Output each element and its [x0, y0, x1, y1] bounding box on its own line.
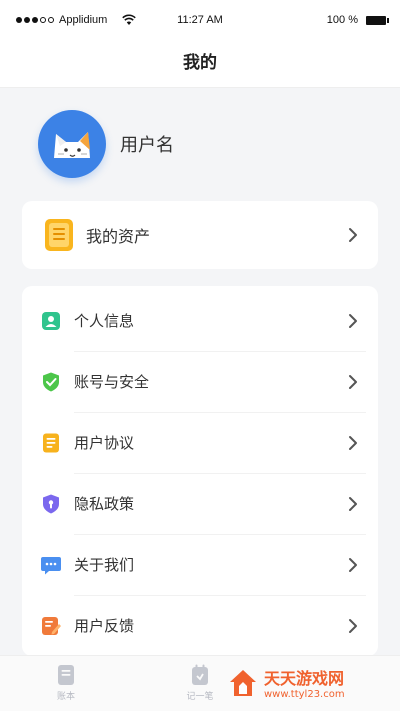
watermark-title: 天天游戏网 — [264, 669, 345, 688]
status-bar: Applidium 11:27 AM 100 % — [0, 0, 400, 40]
tab-record[interactable]: 记一笔 — [170, 664, 230, 702]
menu-label: 关于我们 — [74, 556, 135, 574]
battery-icon — [366, 16, 389, 25]
menu-item-privacy-policy[interactable]: 隐私政策 — [22, 473, 378, 534]
tab-label: 记一笔 — [186, 692, 214, 702]
privacy-shield-icon — [43, 494, 59, 513]
settings-menu: 个人信息 账号与安全 用户协议 隐私政策 关于我们 用户反馈 — [22, 286, 378, 656]
avatar[interactable] — [38, 110, 106, 178]
battery-percent: 100 % — [326, 14, 358, 26]
ledger-icon — [58, 665, 74, 685]
tab-label: 账本 — [56, 692, 75, 702]
wallet-icon — [45, 219, 73, 251]
record-icon — [192, 664, 208, 685]
chevron-right-icon — [349, 313, 357, 328]
shield-check-icon — [43, 372, 59, 391]
menu-item-feedback[interactable]: 用户反馈 — [22, 595, 378, 656]
chevron-right-icon — [349, 557, 357, 572]
menu-label: 个人信息 — [74, 312, 135, 330]
menu-label: 隐私政策 — [74, 495, 135, 513]
tab-ledger[interactable]: 账本 — [36, 664, 96, 702]
menu-item-user-agreement[interactable]: 用户协议 — [22, 412, 378, 473]
menu-label: 账号与安全 — [74, 373, 150, 391]
site-watermark: 天天游戏网 www.ttyl23.com — [228, 665, 345, 700]
username: 用户名 — [120, 135, 174, 156]
house-logo-icon — [230, 669, 256, 696]
menu-item-about-us[interactable]: 关于我们 — [22, 534, 378, 595]
chevron-right-icon — [349, 228, 357, 242]
menu-item-account-security[interactable]: 账号与安全 — [22, 351, 378, 412]
menu-label: 用户反馈 — [74, 617, 135, 635]
chevron-right-icon — [349, 618, 357, 633]
profile-header[interactable]: 用户名 — [38, 110, 174, 178]
page-title: 我的 — [0, 40, 400, 88]
chevron-right-icon — [349, 374, 357, 389]
watermark-url: www.ttyl23.com — [264, 689, 345, 700]
feedback-edit-icon — [42, 616, 61, 635]
person-card-icon — [42, 311, 60, 330]
chevron-right-icon — [349, 496, 357, 511]
asset-card: 我的资产 — [22, 201, 378, 269]
cat-avatar-icon — [54, 132, 90, 158]
menu-label: 用户协议 — [74, 434, 135, 452]
document-icon — [43, 433, 59, 452]
my-assets-label: 我的资产 — [86, 227, 151, 246]
my-assets-item[interactable]: 我的资产 — [22, 201, 378, 269]
chat-bubble-icon — [41, 556, 61, 574]
chevron-right-icon — [349, 435, 357, 450]
menu-item-personal-info[interactable]: 个人信息 — [22, 290, 378, 351]
